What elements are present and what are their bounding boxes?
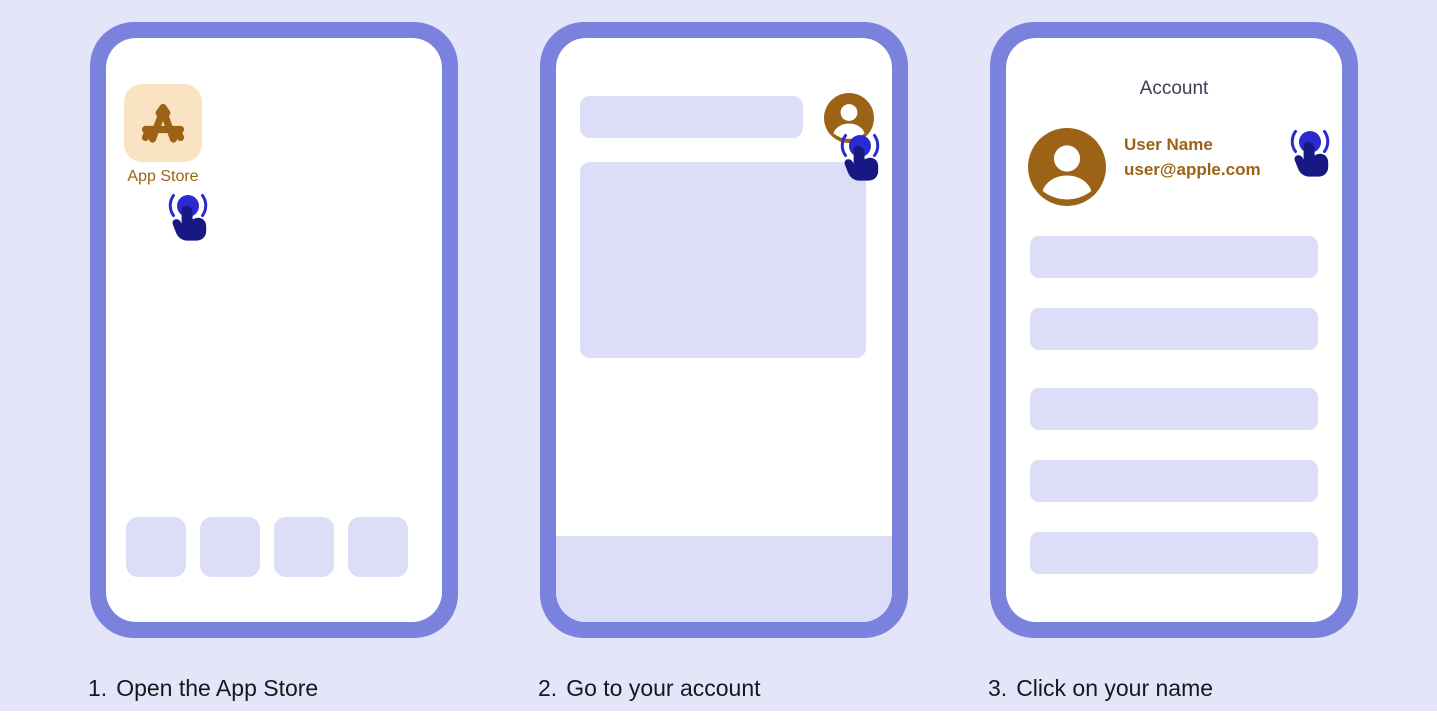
phone-mockup-step-3: Account User Name user@apple.com bbox=[990, 22, 1358, 638]
account-list-row[interactable] bbox=[1030, 460, 1318, 502]
step-number: 1. bbox=[88, 675, 108, 701]
step-caption-text: Open the App Store bbox=[116, 675, 319, 701]
step-caption-3: 3. Click on your name bbox=[988, 675, 1213, 701]
step-number: 2. bbox=[538, 675, 558, 701]
account-avatar-icon[interactable] bbox=[1028, 128, 1106, 206]
account-list-row[interactable] bbox=[1030, 308, 1318, 350]
phone-screen-step-1: App Store bbox=[106, 38, 442, 622]
placeholder-top-bar bbox=[580, 96, 803, 138]
step-caption-text: Click on your name bbox=[1016, 675, 1214, 701]
step-caption-2: 2. Go to your account bbox=[538, 675, 761, 701]
placeholder-content-card bbox=[580, 162, 866, 358]
account-list-row[interactable] bbox=[1030, 388, 1318, 430]
phone-screen-step-2 bbox=[556, 38, 892, 622]
placeholder-bottom-bar bbox=[556, 536, 892, 622]
dock-slot-3[interactable] bbox=[274, 517, 334, 577]
phone-mockup-step-1: App Store bbox=[90, 22, 458, 638]
account-list-row[interactable] bbox=[1030, 236, 1318, 278]
phone-mockup-step-2 bbox=[540, 22, 908, 638]
account-user-email[interactable]: user@apple.com bbox=[1124, 159, 1261, 180]
step-caption-text: Go to your account bbox=[566, 675, 761, 701]
dock-slot-4[interactable] bbox=[348, 517, 408, 577]
phone-screen-step-3: Account User Name user@apple.com bbox=[1006, 38, 1342, 622]
dock-slot-2[interactable] bbox=[200, 517, 260, 577]
account-page-title: Account bbox=[1139, 78, 1209, 99]
app-store-icon[interactable] bbox=[124, 84, 202, 162]
instruction-graphic: App Store Account User Name user@apple.c… bbox=[0, 0, 1437, 723]
account-user-name[interactable]: User Name bbox=[1124, 134, 1213, 155]
account-list-row[interactable] bbox=[1030, 532, 1318, 574]
step-number: 3. bbox=[988, 675, 1008, 701]
app-store-label: App Store bbox=[127, 168, 199, 185]
dock-slot-1[interactable] bbox=[126, 517, 186, 577]
step-caption-1: 1. Open the App Store bbox=[88, 675, 318, 701]
account-avatar-icon[interactable] bbox=[824, 93, 874, 143]
